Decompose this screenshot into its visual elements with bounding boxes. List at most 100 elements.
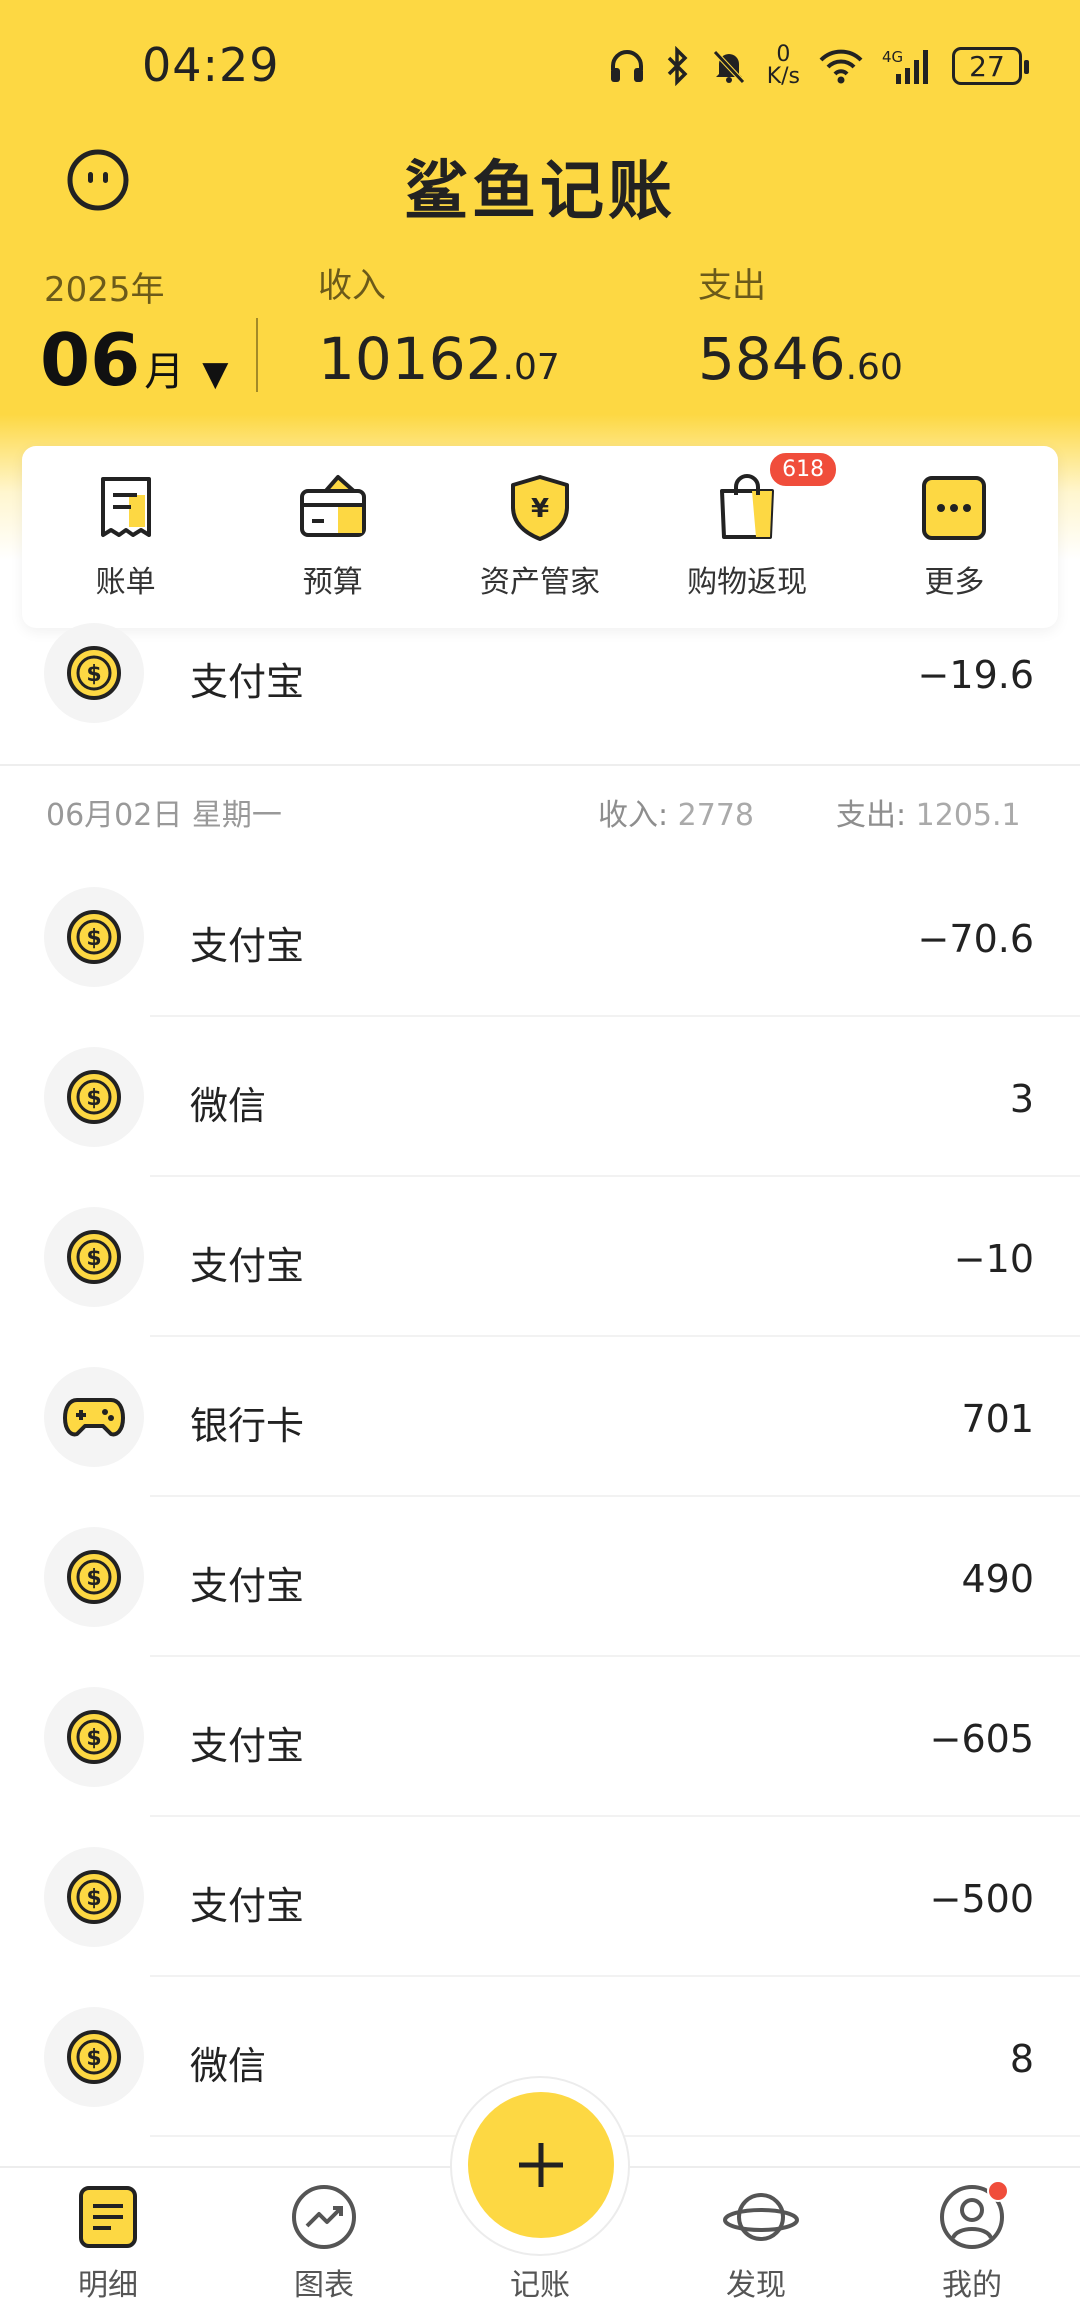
profile-icon bbox=[937, 2180, 1009, 2252]
list-item-amount: 3 bbox=[1009, 1077, 1034, 1121]
month-number: 06 bbox=[40, 318, 141, 402]
coin-icon: $ bbox=[44, 623, 144, 723]
svg-text:¥: ¥ bbox=[531, 494, 549, 524]
list-item-name: 支付宝 bbox=[190, 1564, 305, 1608]
coin-icon: $ bbox=[44, 1847, 144, 1947]
list-item-name: 支付宝 bbox=[190, 1724, 305, 1768]
nav-label-discover: 发现 bbox=[726, 2268, 786, 2303]
list-item-amount: −10 bbox=[953, 1237, 1034, 1281]
list-item-name: 支付宝 bbox=[190, 1244, 305, 1288]
day-income-label: 收入: bbox=[598, 798, 669, 833]
nav-label-record: 记账 bbox=[510, 2268, 570, 2303]
app-title: 鲨鱼记账 bbox=[404, 155, 676, 229]
signal-icon: 4G bbox=[882, 46, 934, 86]
svg-text:$: $ bbox=[86, 662, 101, 687]
list-item-name: 微信 bbox=[190, 1084, 267, 1128]
list-item-amount: −605 bbox=[929, 1717, 1034, 1761]
mute-bell-icon bbox=[709, 46, 749, 86]
quick-item-bill[interactable]: 账单 bbox=[36, 473, 216, 601]
list-item-name: 支付宝 bbox=[190, 660, 305, 704]
svg-text:$: $ bbox=[86, 1246, 101, 1271]
svg-text:$: $ bbox=[86, 1566, 101, 1591]
day-divider bbox=[0, 764, 1080, 766]
expense-total: 5846.60 bbox=[698, 325, 903, 393]
day-expense-value: 1205.1 bbox=[915, 798, 1021, 833]
list-item[interactable]: $ 支付宝 −10 bbox=[0, 1177, 1080, 1337]
bluetooth-icon bbox=[665, 46, 691, 86]
list-item-amount: 8 bbox=[1009, 2037, 1034, 2081]
year-label: 2025年 bbox=[44, 270, 165, 310]
status-bar: 04:29 0 K/s 4G 27 bbox=[0, 0, 1080, 130]
list-item[interactable]: 银行卡 701 bbox=[0, 1337, 1080, 1497]
coin-icon: $ bbox=[44, 887, 144, 987]
list-item-amount: 490 bbox=[961, 1557, 1034, 1601]
wifi-icon bbox=[818, 46, 864, 86]
expense-label: 支出 bbox=[698, 266, 766, 306]
net-speed: 0 K/s bbox=[767, 44, 800, 88]
nav-label-profile: 我的 bbox=[942, 2268, 1002, 2303]
nav-label-detail: 明细 bbox=[78, 2268, 138, 2303]
coin-icon: $ bbox=[44, 1207, 144, 1307]
nav-item-profile[interactable]: 我的 bbox=[902, 2180, 1042, 2304]
shopping-bag-icon: 618 bbox=[712, 451, 839, 543]
gamepad-icon bbox=[44, 1367, 144, 1467]
summary-divider bbox=[256, 318, 258, 392]
quick-item-budget[interactable]: 预算 bbox=[243, 473, 423, 601]
list-item[interactable]: $ 支付宝 −500 bbox=[0, 1817, 1080, 1977]
detail-list-icon bbox=[73, 2182, 143, 2252]
notification-dot bbox=[987, 2180, 1009, 2202]
battery-level: 27 bbox=[969, 49, 1005, 83]
income-integer: 10162 bbox=[318, 325, 503, 393]
list-item-amount: −70.6 bbox=[917, 917, 1034, 961]
budget-wallet-icon bbox=[298, 473, 368, 543]
planet-icon bbox=[721, 2182, 799, 2252]
svg-text:$: $ bbox=[86, 1086, 101, 1111]
battery-icon: 27 bbox=[952, 47, 1029, 85]
quick-item-assets[interactable]: ¥ 资产管家 bbox=[450, 473, 630, 601]
status-icons: 0 K/s 4G 27 bbox=[607, 38, 1029, 94]
list-item[interactable]: $ 微信 3 bbox=[0, 1017, 1080, 1177]
app-screen: 04:29 0 K/s 4G 27 鲨鱼记账 2025年 06 月 ▼ 收入 1… bbox=[0, 0, 1080, 2310]
list-item[interactable]: $ 支付宝 −605 bbox=[0, 1657, 1080, 1817]
coin-icon: $ bbox=[44, 1527, 144, 1627]
list-item-name: 银行卡 bbox=[190, 1404, 305, 1448]
list-item-amount: −500 bbox=[929, 1877, 1034, 1921]
plus-icon bbox=[519, 2143, 563, 2187]
list-item-name: 支付宝 bbox=[190, 924, 305, 968]
day-expense: 支出: 1205.1 bbox=[836, 790, 1021, 834]
income-label: 收入 bbox=[318, 266, 386, 306]
asset-shield-icon: ¥ bbox=[505, 473, 575, 543]
quick-item-more[interactable]: 更多 bbox=[864, 473, 1044, 601]
add-record-button[interactable] bbox=[468, 2092, 614, 2238]
status-time: 04:29 bbox=[142, 38, 280, 92]
expense-decimal: .60 bbox=[845, 347, 903, 388]
shopping-badge: 618 bbox=[768, 451, 839, 488]
nav-item-chart[interactable]: 图表 bbox=[254, 2182, 394, 2304]
day-income-value: 2778 bbox=[677, 798, 755, 833]
day-date: 06月02日 星期一 bbox=[46, 798, 282, 833]
svg-text:$: $ bbox=[86, 1886, 101, 1911]
coin-icon: $ bbox=[44, 2007, 144, 2107]
coin-icon: $ bbox=[44, 1047, 144, 1147]
income-decimal: .07 bbox=[502, 347, 560, 388]
bill-icon bbox=[91, 473, 161, 543]
nav-label-chart: 图表 bbox=[294, 2268, 354, 2303]
list-item[interactable]: $ 支付宝 −19.6 bbox=[0, 593, 1080, 753]
list-item-amount: 701 bbox=[961, 1397, 1034, 1441]
expense-integer: 5846 bbox=[698, 325, 846, 393]
more-icon bbox=[919, 473, 989, 543]
quick-item-shopping[interactable]: 618 购物返现 bbox=[657, 451, 839, 601]
nav-item-discover[interactable]: 发现 bbox=[686, 2182, 826, 2304]
network-type: 4G bbox=[882, 48, 903, 66]
income-total: 10162.07 bbox=[318, 325, 560, 393]
month-unit: 月 bbox=[144, 349, 185, 395]
coin-icon: $ bbox=[44, 1687, 144, 1787]
day-expense-label: 支出: bbox=[836, 798, 907, 833]
day-header: 06月02日 星期一 收入: 2778 支出: 1205.1 bbox=[0, 790, 1080, 840]
nav-item-detail[interactable]: 明细 bbox=[38, 2182, 178, 2304]
list-item[interactable]: $ 支付宝 490 bbox=[0, 1497, 1080, 1657]
list-item[interactable]: $ 支付宝 −70.6 bbox=[0, 857, 1080, 1017]
net-speed-unit: K/s bbox=[766, 64, 800, 89]
svg-text:$: $ bbox=[86, 2046, 101, 2071]
month-picker[interactable]: 06 月 ▼ bbox=[40, 318, 228, 402]
